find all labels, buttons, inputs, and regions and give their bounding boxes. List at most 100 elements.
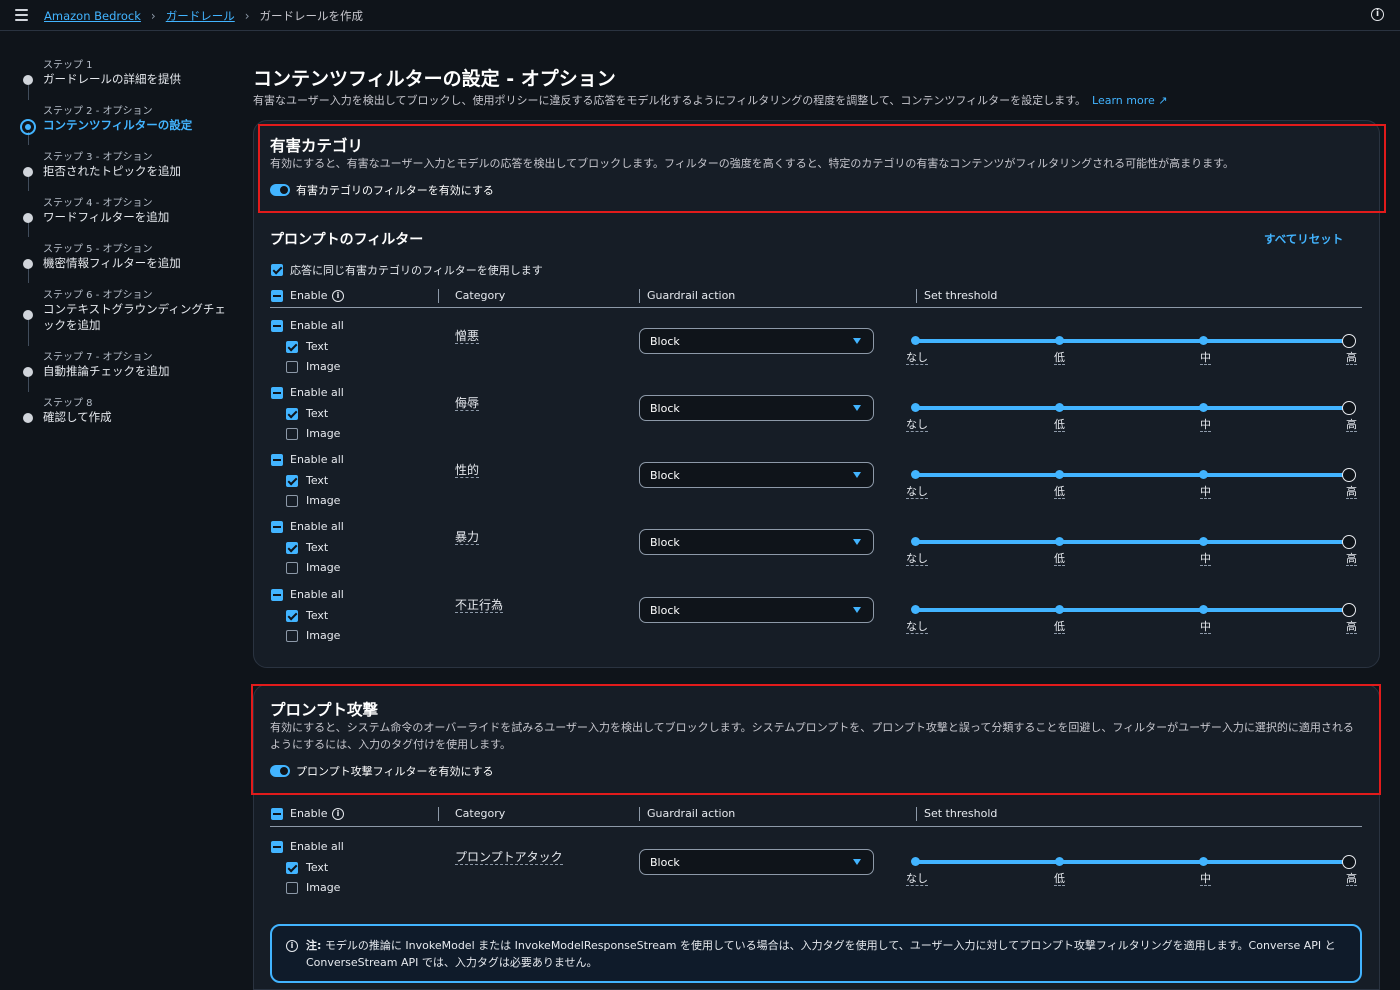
threshold-slider[interactable]: なし 低 中 高 [906,535,1361,576]
image-modality-checkbox[interactable] [286,882,298,894]
breadcrumb-bedrock-link[interactable]: Amazon Bedrock [44,9,141,23]
slider-handle[interactable] [1342,401,1356,415]
threshold-label: なし [906,351,928,365]
enable-all-checkbox[interactable] [271,841,283,853]
text-modality-checkbox[interactable] [286,341,298,353]
step-title[interactable]: コンテキストグラウンディングチェックを追加 [43,301,233,333]
slider-tick[interactable] [911,403,920,412]
info-icon[interactable]: i [1371,8,1384,21]
info-icon: i [286,940,298,952]
caret-down-icon [853,338,861,344]
slider-tick[interactable] [911,537,920,546]
prompt-filters-title: プロンプトのフィルター [270,232,424,248]
step-number: ステップ 3 - オプション [43,152,153,163]
image-modality-checkbox[interactable] [286,630,298,642]
step-title[interactable]: ガードレールの詳細を提供 [43,71,233,87]
slider-tick[interactable] [1055,537,1064,546]
threshold-slider[interactable]: なし 低 中 高 [906,603,1361,644]
image-modality-label: Image [306,360,341,373]
breadcrumb-guardrails-link[interactable]: ガードレール [166,8,235,24]
text-modality-checkbox[interactable] [286,542,298,554]
slider-track [913,473,1347,477]
text-modality-checkbox[interactable] [286,475,298,487]
threshold-label: 高 [1346,351,1357,365]
slider-tick[interactable] [911,605,920,614]
info-icon[interactable]: i [332,808,344,820]
enable-all-checkbox[interactable] [271,589,283,601]
step-number: ステップ 4 - オプション [43,198,153,209]
step-number: ステップ 1 [43,60,93,71]
step-number: ステップ 7 - オプション [43,352,153,363]
image-modality-checkbox[interactable] [286,428,298,440]
slider-handle[interactable] [1342,855,1356,869]
slider-handle[interactable] [1342,334,1356,348]
enable-all-checkbox[interactable] [271,521,283,533]
slider-handle[interactable] [1342,535,1356,549]
slider-tick[interactable] [1199,857,1208,866]
step-title[interactable]: 機密情報フィルターを追加 [43,255,233,271]
enable-all-checkbox[interactable] [271,454,283,466]
slider-handle[interactable] [1342,603,1356,617]
category-name: 不正行為 [455,598,504,613]
guardrail-action-select[interactable]: Block [639,849,874,875]
threshold-label: 高 [1346,552,1357,566]
step-title[interactable]: 確認して作成 [43,409,233,425]
slider-tick[interactable] [1055,403,1064,412]
step-title[interactable]: 拒否されたトピックを追加 [43,163,233,179]
image-modality-checkbox[interactable] [286,361,298,373]
enable-all-checkbox[interactable] [271,320,283,332]
slider-tick[interactable] [911,857,920,866]
slider-tick[interactable] [1199,336,1208,345]
guardrail-action-select[interactable]: Block [639,328,874,354]
threshold-slider[interactable]: なし 低 中 高 [906,334,1361,375]
category-name: 暴力 [455,530,480,545]
slider-tick[interactable] [1199,537,1208,546]
page-description: 有害なユーザー入力を検出してブロックし、使用ポリシーに違反する応答をモデル化する… [253,92,1167,108]
slider-tick[interactable] [1199,605,1208,614]
enable-column-header: Enable [290,289,328,302]
external-link-icon: ↗ [1158,94,1168,107]
image-modality-checkbox[interactable] [286,562,298,574]
slider-handle[interactable] [1342,468,1356,482]
guardrail-action-select[interactable]: Block [639,597,874,623]
image-modality-checkbox[interactable] [286,495,298,507]
text-modality-checkbox[interactable] [286,610,298,622]
learn-more-link[interactable]: Learn more ↗ [1092,94,1167,107]
harmful-filter-toggle[interactable] [270,184,290,196]
guardrail-action-select[interactable]: Block [639,462,874,488]
step-connector [28,268,29,283]
text-modality-checkbox[interactable] [286,862,298,874]
slider-tick[interactable] [1199,470,1208,479]
text-modality-checkbox[interactable] [286,408,298,420]
threshold-slider[interactable]: なし 低 中 高 [906,855,1361,896]
threshold-slider[interactable]: なし 低 中 高 [906,401,1361,442]
threshold-label: 高 [1346,620,1357,634]
slider-tick[interactable] [911,470,920,479]
select-value: Block [650,536,680,549]
enable-all-checkbox[interactable] [271,387,283,399]
prompt-attack-toggle[interactable] [270,765,290,777]
same-filters-checkbox[interactable] [271,264,283,276]
threshold-column-header: Set threshold [924,807,998,820]
info-icon[interactable]: i [332,290,344,302]
slider-track [913,406,1347,410]
page-title: コンテンツフィルターの設定 - オプション [253,68,616,90]
guardrail-action-select[interactable]: Block [639,395,874,421]
note-body: モデルの推論に InvokeModel または InvokeModelRespo… [306,939,1336,969]
menu-icon[interactable] [15,9,28,21]
slider-tick[interactable] [1055,336,1064,345]
reset-all-button[interactable]: すべてリセット [1264,231,1343,247]
slider-tick[interactable] [911,336,920,345]
guardrail-action-select[interactable]: Block [639,529,874,555]
step-title[interactable]: 自動推論チェックを追加 [43,363,233,379]
threshold-slider[interactable]: なし 低 中 高 [906,468,1361,509]
step-title[interactable]: コンテンツフィルターの設定 [43,117,233,133]
slider-tick[interactable] [1055,605,1064,614]
enable-header-checkbox[interactable] [271,290,283,302]
enable-header-checkbox[interactable] [271,808,283,820]
slider-tick[interactable] [1055,470,1064,479]
step-title[interactable]: ワードフィルターを追加 [43,209,233,225]
step-connector [28,377,29,392]
slider-tick[interactable] [1199,403,1208,412]
slider-tick[interactable] [1055,857,1064,866]
